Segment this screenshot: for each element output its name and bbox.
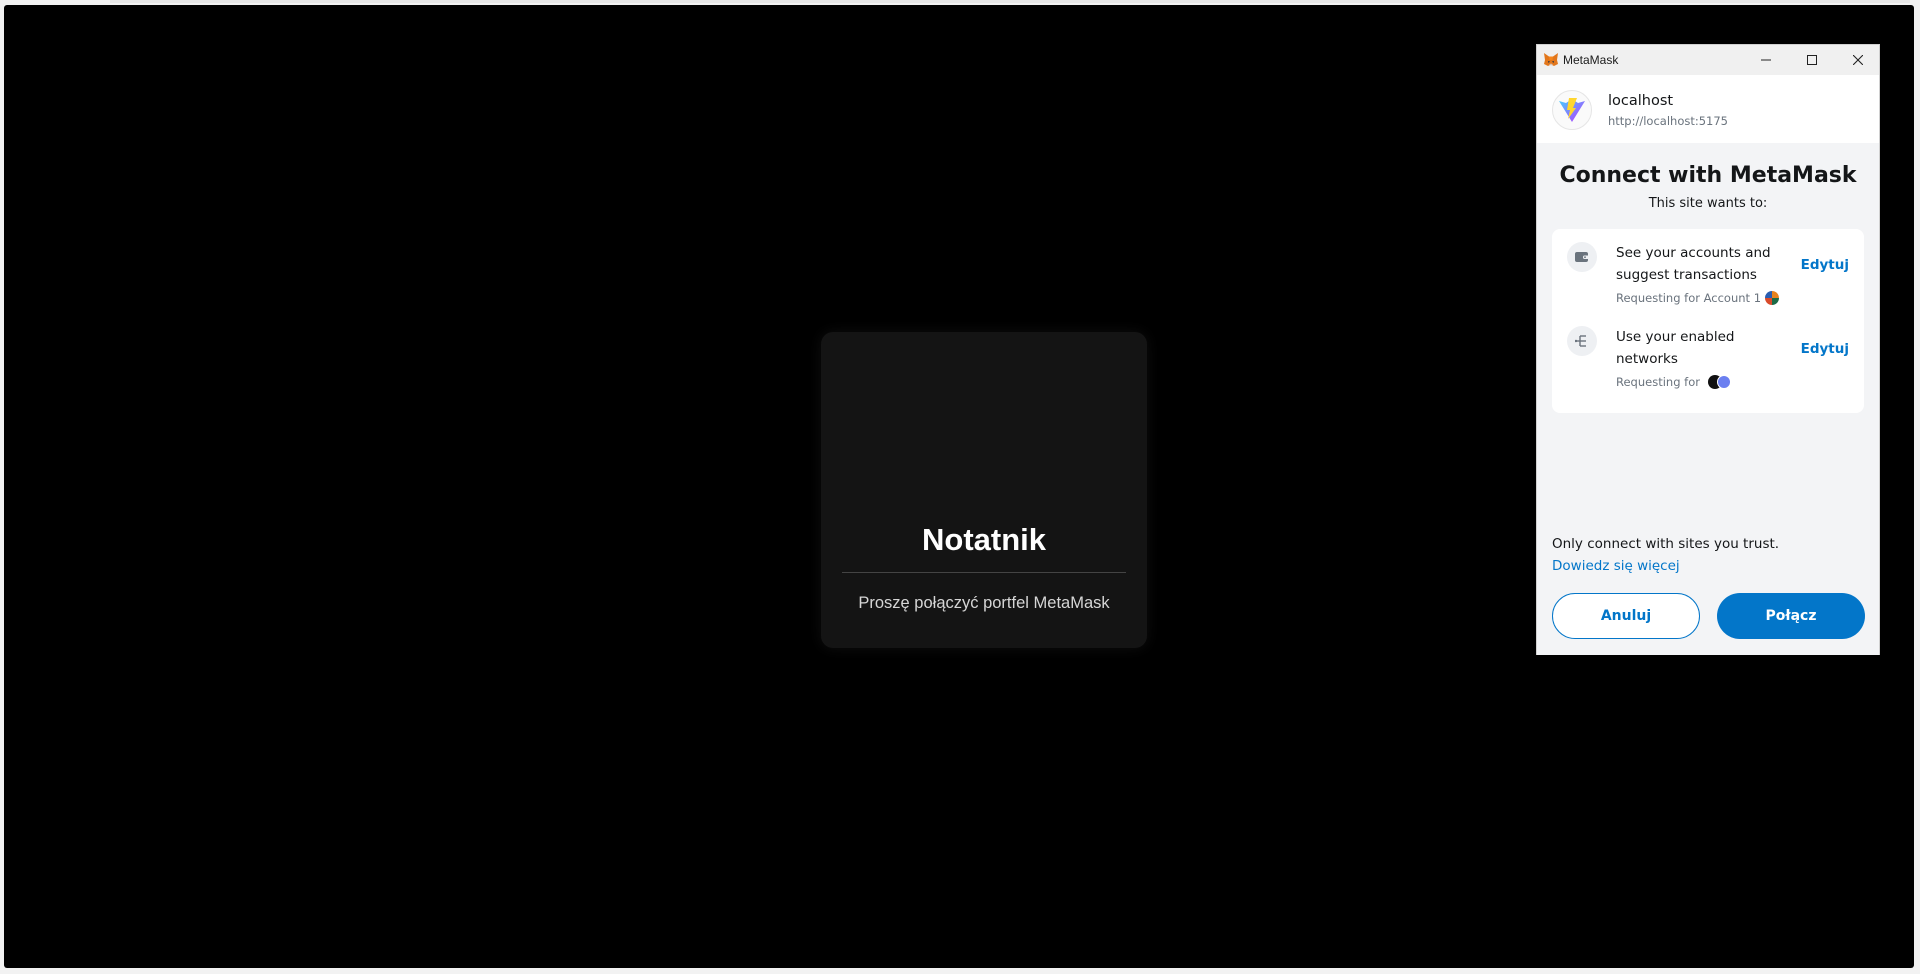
edit-networks-button[interactable]: Edytuj <box>1801 341 1849 357</box>
permission-accounts-title: See your accounts and suggest transactio… <box>1616 245 1771 283</box>
permission-accounts-icon-wrap <box>1567 242 1597 272</box>
site-logo <box>1552 90 1592 130</box>
connect-heading: Connect with MetaMask <box>1559 163 1857 188</box>
minimize-icon <box>1761 59 1771 61</box>
close-icon <box>1853 55 1863 65</box>
metamask-popup: MetaMask localhost http://localhost:5175… <box>1536 44 1880 655</box>
site-header: localhost http://localhost:5175 <box>1537 75 1879 144</box>
permission-networks-icon-wrap <box>1567 326 1597 356</box>
connect-body: Connect with MetaMask This site wants to… <box>1537 143 1879 655</box>
divider <box>842 572 1126 573</box>
vite-logo-icon <box>1559 98 1585 122</box>
permission-networks-request: Requesting for <box>1616 375 1731 389</box>
window-title: MetaMask <box>1563 53 1619 67</box>
maximize-icon <box>1807 55 1817 65</box>
app-title: Notatnik <box>922 522 1046 557</box>
site-name: localhost <box>1608 93 1674 109</box>
notes-card: Notatnik Proszę połączyć portfel MetaMas… <box>821 332 1147 648</box>
cancel-button[interactable]: Anuluj <box>1552 593 1700 639</box>
wallet-icon <box>1575 252 1589 262</box>
permission-networks-title: Use your enabled networks <box>1616 329 1735 367</box>
maximize-button[interactable] <box>1789 45 1835 75</box>
permission-accounts-request-text: Requesting for Account 1 <box>1616 291 1762 305</box>
permission-accounts-request: Requesting for Account 1 <box>1616 291 1780 305</box>
connect-button[interactable]: Połącz <box>1717 593 1865 639</box>
window-titlebar[interactable]: MetaMask <box>1537 45 1879 75</box>
minimize-button[interactable] <box>1743 45 1789 75</box>
permission-networks-request-text: Requesting for <box>1616 375 1700 389</box>
screen-top-edge <box>110 0 1910 3</box>
connect-subheading: This site wants to: <box>1648 196 1768 211</box>
account-avatar-icon <box>1765 291 1780 305</box>
ethereum-network-icon <box>1716 375 1731 389</box>
network-icon <box>1575 335 1586 347</box>
edit-accounts-button[interactable]: Edytuj <box>1801 257 1849 273</box>
metamask-fox-icon <box>1544 53 1558 66</box>
trust-notice: Only connect with sites you trust. <box>1552 536 1780 552</box>
learn-more-link[interactable]: Dowiedz się więcej <box>1552 558 1680 574</box>
close-button[interactable] <box>1835 45 1881 75</box>
connect-wallet-message: Proszę połączyć portfel MetaMask <box>858 594 1110 612</box>
site-url: http://localhost:5175 <box>1608 114 1728 128</box>
permissions-card: See your accounts and suggest transactio… <box>1552 229 1864 413</box>
